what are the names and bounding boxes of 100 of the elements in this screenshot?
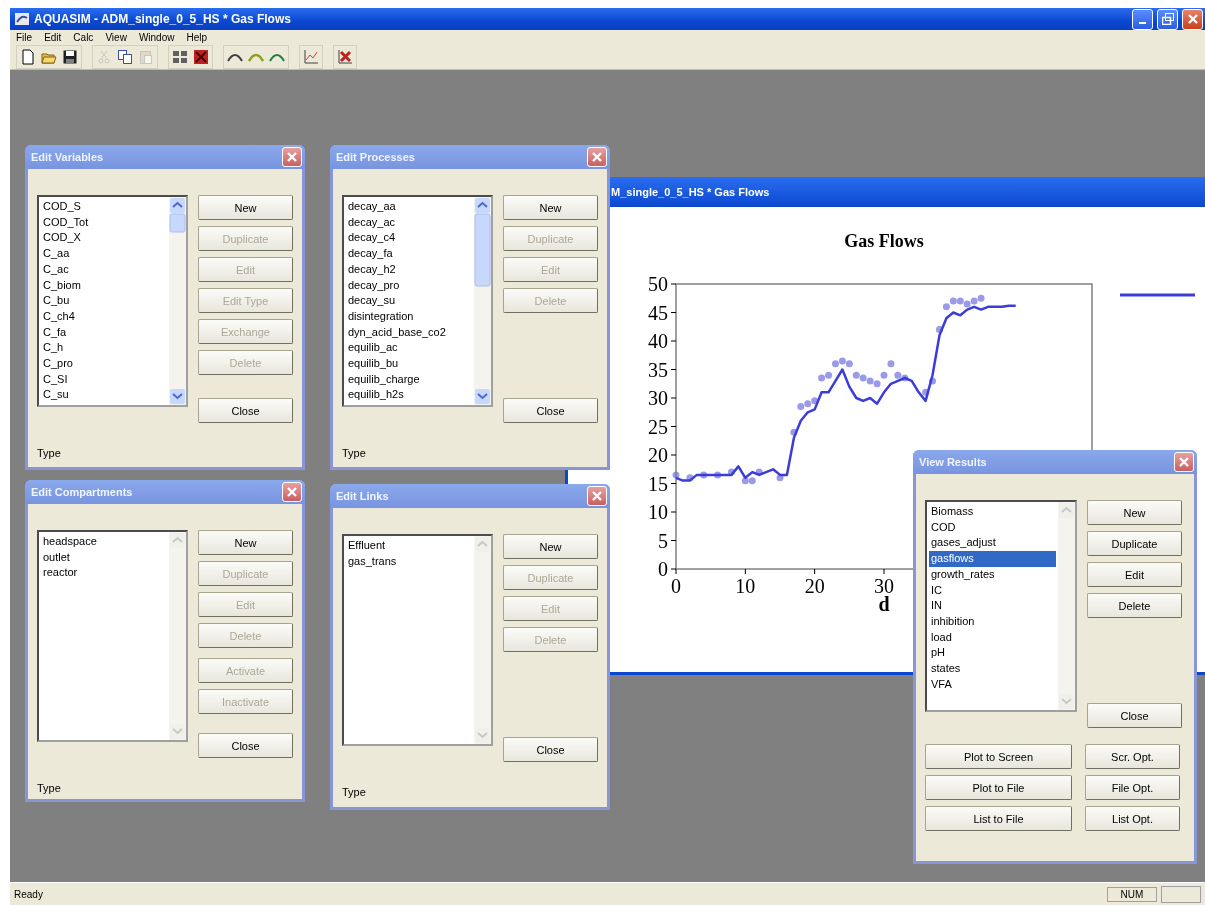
list-item[interactable]: decay_ac — [346, 214, 472, 231]
list-item[interactable]: decay_fa — [346, 246, 472, 262]
y-tick-label: 25 — [648, 415, 668, 438]
close-button[interactable] — [282, 147, 302, 167]
delete-chart-icon[interactable] — [337, 48, 353, 65]
list-item[interactable]: equilib_charge — [346, 371, 472, 388]
list-item[interactable]: C_su — [41, 387, 167, 404]
dialog-button[interactable]: Close — [503, 737, 598, 762]
minimize-button[interactable] — [1132, 8, 1153, 30]
dialog-button[interactable]: List to File — [925, 806, 1072, 831]
chart-icon[interactable] — [303, 48, 319, 65]
status-text: Ready — [14, 888, 44, 900]
chart-title: Gas Flows — [844, 231, 924, 251]
list-item[interactable]: decay_c4 — [346, 230, 472, 247]
dialog-button[interactable]: Plot to File — [925, 775, 1072, 800]
dialog-button[interactable]: Close — [198, 733, 293, 758]
dialog-button[interactable]: Duplicate — [1087, 531, 1182, 556]
list-item[interactable]: COD_S — [41, 199, 167, 215]
menu-item[interactable]: View — [105, 31, 127, 43]
scrollbar[interactable] — [474, 536, 491, 744]
list-item[interactable]: pH — [929, 645, 1056, 662]
scrollbar[interactable] — [474, 197, 491, 405]
menu-item[interactable]: Help — [186, 31, 208, 43]
list-item[interactable]: headspace — [41, 534, 167, 550]
list-item[interactable]: C_SI — [41, 371, 167, 388]
list-item[interactable]: equilib_ac — [346, 340, 472, 357]
list-item[interactable]: outlet — [41, 549, 167, 566]
dialog-button[interactable]: New — [1087, 500, 1182, 525]
list-item[interactable]: decay_aa — [346, 199, 472, 215]
list-item[interactable]: decay_pro — [346, 277, 472, 294]
dialog-button[interactable]: File Opt. — [1085, 775, 1180, 800]
list-item[interactable]: Biomass — [929, 504, 1056, 520]
list-item[interactable]: gases_adjust — [929, 535, 1056, 552]
list-item[interactable]: gasflows — [929, 551, 1056, 567]
field-label: Type — [342, 447, 366, 459]
y-tick-label: 5 — [658, 529, 668, 552]
maximize-button[interactable] — [1157, 8, 1178, 30]
menu-item[interactable]: File — [16, 31, 33, 43]
list-item[interactable]: COD_Tot — [41, 214, 167, 231]
field-label: Type — [342, 786, 366, 798]
delete-icon[interactable] — [193, 48, 209, 65]
copy-icon[interactable] — [117, 48, 133, 65]
scrollbar[interactable] — [1058, 502, 1075, 710]
list-item[interactable]: C_aa — [41, 246, 167, 262]
scrollbar[interactable] — [169, 197, 186, 405]
dialog-button[interactable]: Edit — [1087, 562, 1182, 587]
list-item[interactable]: decay_h2 — [346, 261, 472, 278]
list-item[interactable]: C_fa — [41, 324, 167, 341]
close-button[interactable] — [1174, 452, 1194, 472]
dialog-button[interactable]: Plot to Screen — [925, 744, 1072, 769]
list-item[interactable]: equilib_bu — [346, 356, 472, 372]
list-item[interactable]: C_ac — [41, 261, 167, 278]
new-document-icon[interactable] — [20, 48, 36, 65]
list-item[interactable]: dyn_acid_base_co2 — [346, 324, 472, 341]
list-item[interactable]: C_pro — [41, 356, 167, 372]
dialog-button[interactable]: New — [503, 534, 598, 559]
dialog-button[interactable]: Close — [1087, 703, 1182, 728]
restore-icon — [1161, 13, 1174, 25]
dialog-button[interactable]: Close — [198, 398, 293, 423]
list-item[interactable]: disintegration — [346, 308, 472, 325]
list-item[interactable]: IN — [929, 598, 1056, 614]
scrollbar[interactable] — [169, 532, 186, 740]
dialog-button[interactable]: New — [503, 195, 598, 220]
list-item[interactable]: C_bu — [41, 293, 167, 309]
save-icon[interactable] — [62, 48, 78, 65]
list-item[interactable]: Effluent — [346, 538, 472, 554]
dialog-button[interactable]: New — [198, 195, 293, 220]
dialog-button[interactable]: Delete — [1087, 593, 1182, 618]
data-point — [714, 471, 722, 479]
dialog-button[interactable]: List Opt. — [1085, 806, 1180, 831]
list-item[interactable]: IC — [929, 582, 1056, 599]
menu-item[interactable]: Edit — [44, 31, 62, 43]
list-item[interactable]: VFA — [929, 676, 1056, 693]
dialog-button[interactable]: Close — [503, 398, 598, 423]
list-item[interactable]: load — [929, 629, 1056, 646]
list-item[interactable]: COD_X — [41, 230, 167, 247]
list-item[interactable]: states — [929, 661, 1056, 677]
app-icon — [14, 11, 30, 27]
list-item[interactable]: C_h — [41, 340, 167, 357]
list-item[interactable]: gas_trans — [346, 553, 472, 570]
close-button[interactable] — [282, 482, 302, 502]
close-button[interactable] — [587, 147, 607, 167]
list-item[interactable]: C_biom — [41, 277, 167, 294]
list-item[interactable]: C_ch4 — [41, 308, 167, 325]
close-button[interactable] — [587, 486, 607, 506]
list-item[interactable]: equilib_h2s — [346, 387, 472, 404]
close-button[interactable] — [1182, 8, 1203, 30]
list-item[interactable]: reactor — [41, 565, 167, 582]
menu-item[interactable]: Calc — [73, 31, 94, 43]
list-item[interactable]: decay_su — [346, 293, 472, 309]
list-item[interactable]: inhibition — [929, 613, 1056, 630]
y-tick-label: 15 — [648, 472, 668, 495]
field-label: Type — [37, 447, 61, 459]
grid-icon[interactable] — [172, 48, 188, 65]
list-item[interactable]: COD — [929, 519, 1056, 536]
dialog-button[interactable]: New — [198, 530, 293, 555]
status-panel: NUM — [1107, 886, 1157, 902]
dialog-button[interactable]: Scr. Opt. — [1085, 744, 1180, 769]
list-item[interactable]: growth_rates — [929, 566, 1056, 583]
menu-item[interactable]: Window — [138, 31, 175, 43]
